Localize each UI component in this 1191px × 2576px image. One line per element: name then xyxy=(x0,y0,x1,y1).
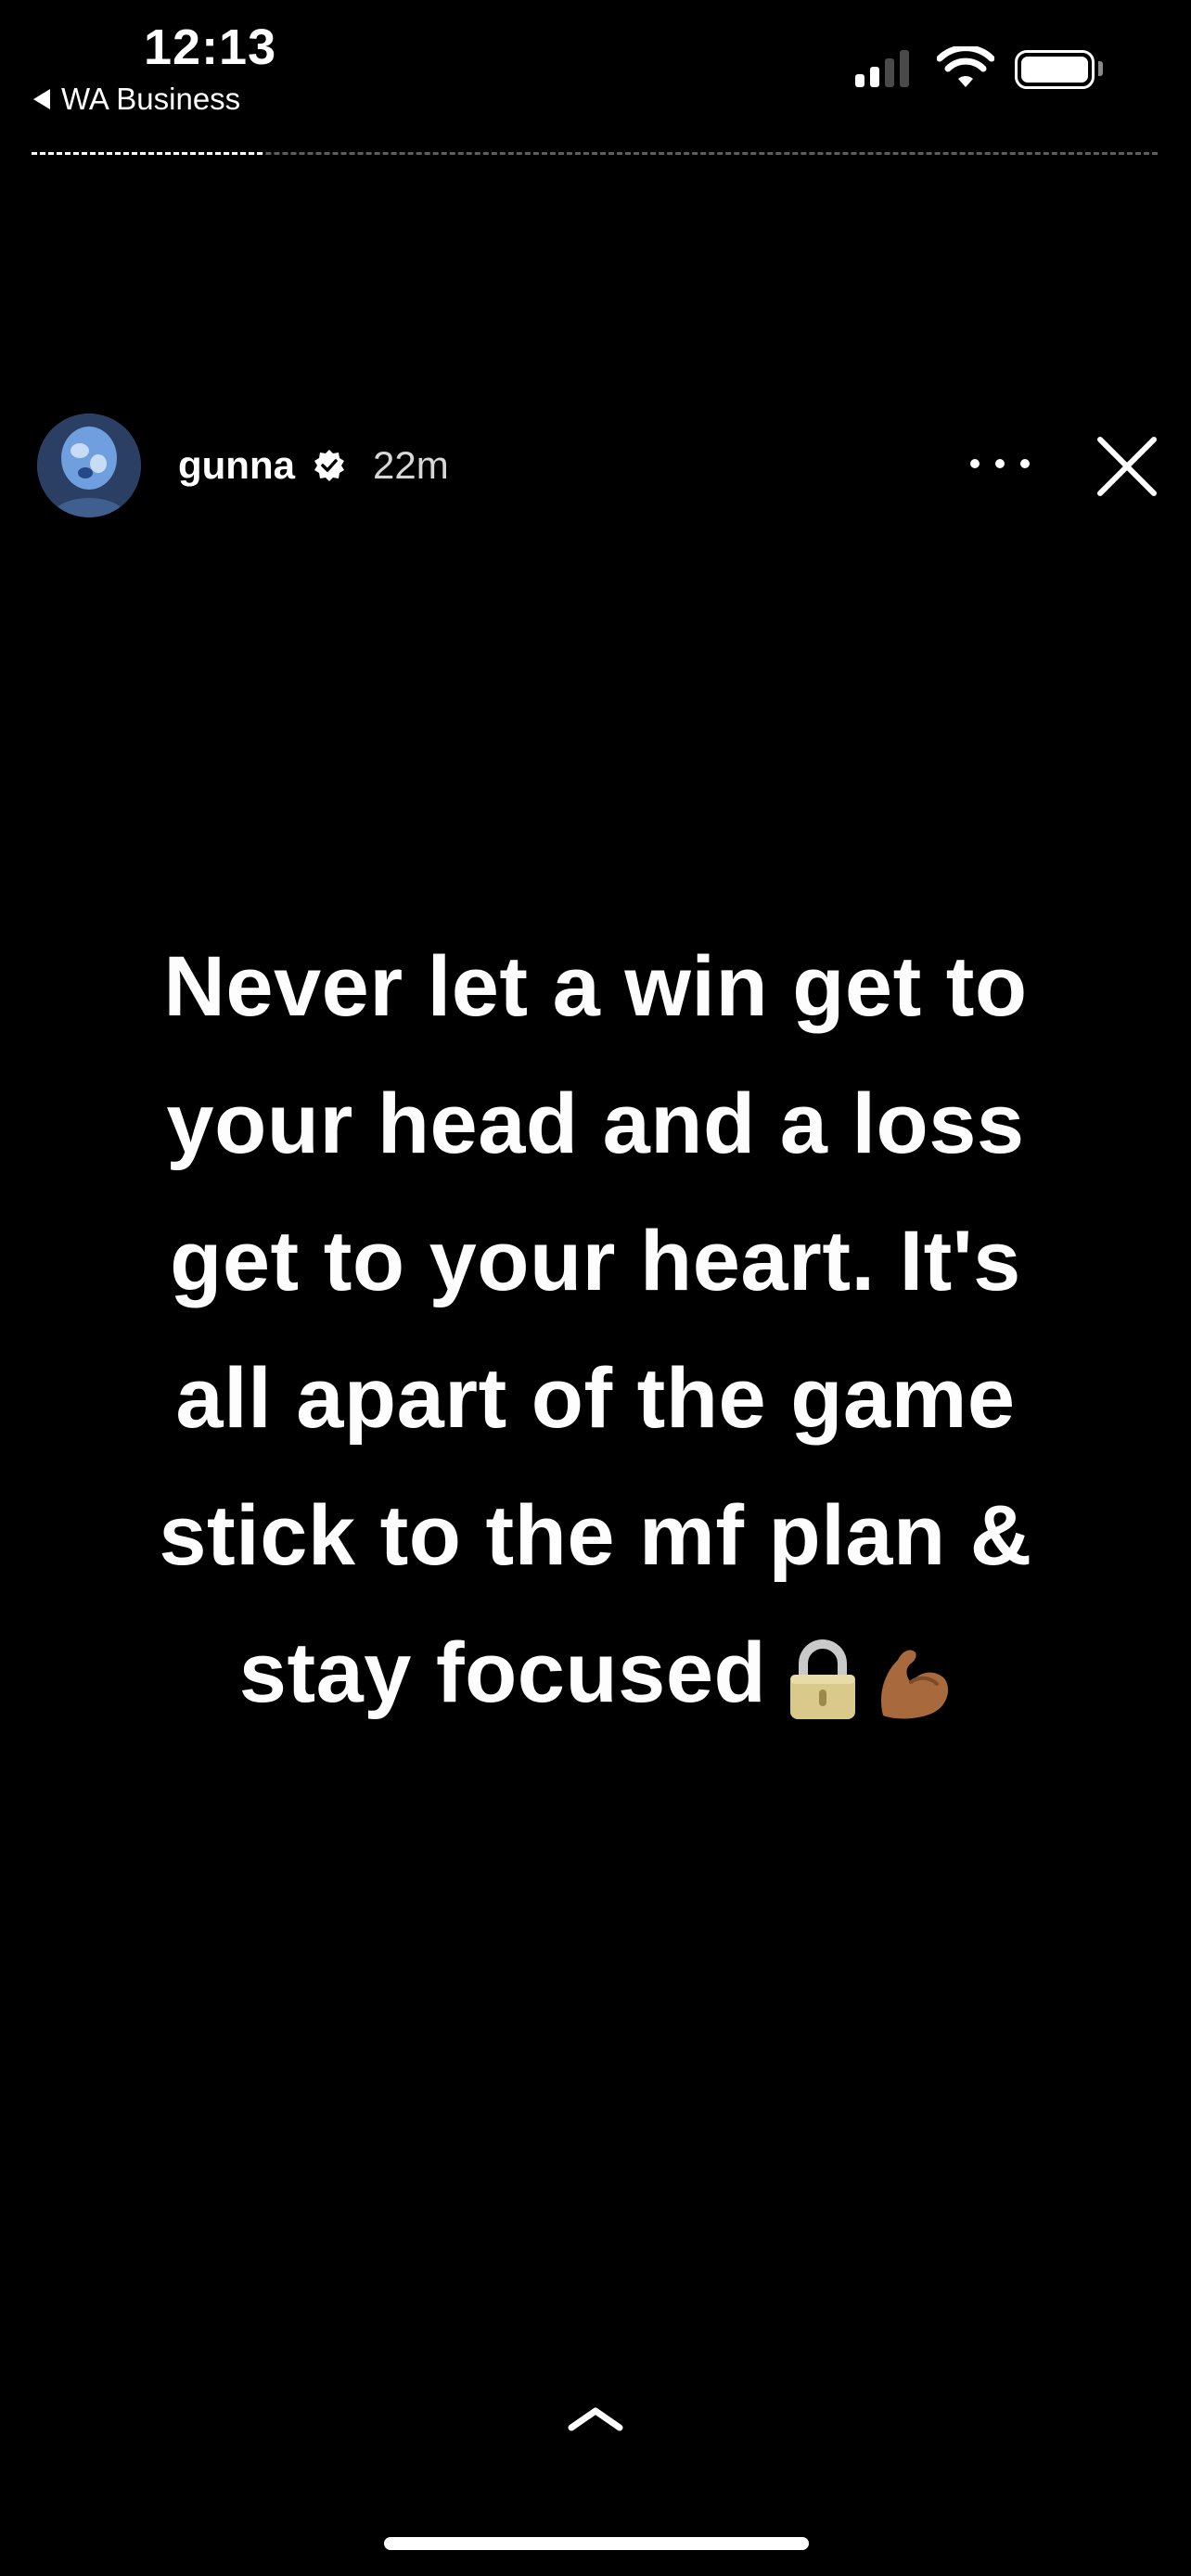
signal-bar xyxy=(900,50,909,87)
ellipsis-dot xyxy=(995,459,1005,468)
signal-bar xyxy=(870,67,879,87)
back-to-app-link[interactable]: WA Business xyxy=(33,82,240,117)
emoji-group xyxy=(785,1638,952,1721)
story-line-last: stay focused xyxy=(37,1604,1154,1741)
status-time: 12:13 xyxy=(144,19,277,75)
lock-icon xyxy=(790,1639,856,1719)
story-line: stay focused xyxy=(238,1626,767,1720)
signal-bar xyxy=(855,74,864,87)
flexed-biceps-icon xyxy=(881,1650,949,1719)
story-progress-fill xyxy=(32,152,263,155)
signal-bar xyxy=(885,58,894,87)
story-line: Never let a win get to xyxy=(163,939,1028,1034)
story-text: Never let a win get to your head and a l… xyxy=(37,918,1154,1741)
story-line: all apart of the game xyxy=(175,1351,1016,1446)
battery-fill xyxy=(1021,57,1088,83)
battery-icon xyxy=(1015,50,1095,89)
back-app-label: WA Business xyxy=(61,82,241,116)
story-username[interactable]: gunna xyxy=(178,443,295,488)
wifi-icon xyxy=(937,46,994,87)
avatar[interactable] xyxy=(37,414,141,517)
ellipsis-dot xyxy=(970,459,980,468)
chevron-up-icon[interactable] xyxy=(566,2404,625,2433)
battery-tip xyxy=(1098,61,1103,76)
story-timestamp: 22m xyxy=(373,443,449,487)
story-line: your head and a loss xyxy=(166,1077,1025,1171)
avatar-image xyxy=(37,414,141,517)
back-arrow-icon xyxy=(33,89,50,109)
story-line: stick to the mf plan & xyxy=(159,1488,1032,1583)
more-options-button[interactable] xyxy=(970,445,1030,482)
cellular-signal-icon xyxy=(855,48,909,87)
home-indicator[interactable] xyxy=(384,2537,809,2550)
close-icon[interactable] xyxy=(1093,432,1161,501)
verified-badge-icon xyxy=(314,450,344,481)
ellipsis-dot xyxy=(1020,459,1030,468)
story-line: get to your heart. It's xyxy=(170,1214,1021,1308)
